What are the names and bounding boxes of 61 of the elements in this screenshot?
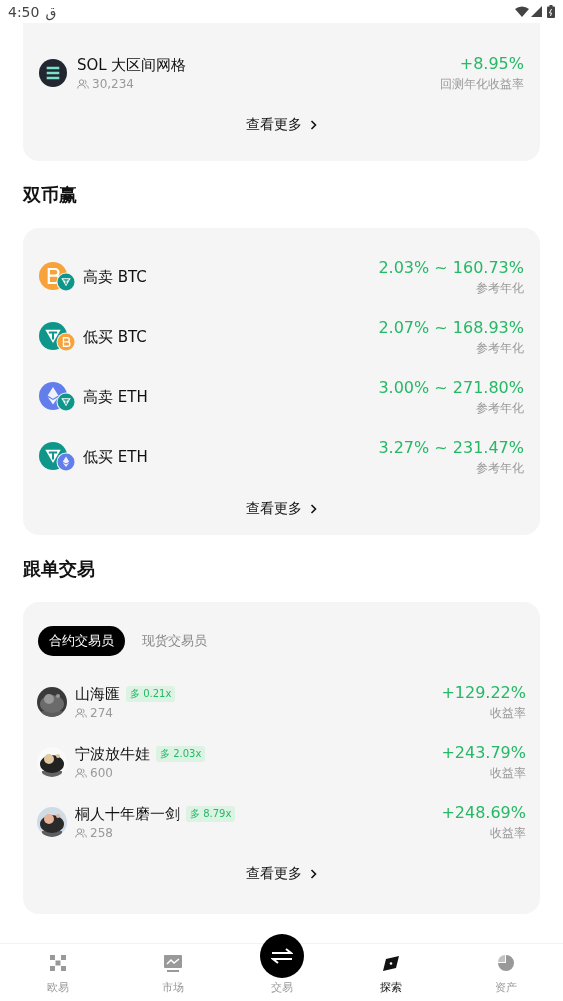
people-icon xyxy=(75,827,87,838)
see-more-link[interactable]: 查看更多 xyxy=(242,861,321,887)
yield-label: 参考年化 xyxy=(476,399,524,417)
leverage-tag: 多 2.03x xyxy=(156,746,206,762)
return-label: 收益率 xyxy=(490,704,526,722)
people-icon xyxy=(75,767,87,778)
product-name: 低买 BTC xyxy=(83,327,148,347)
follower-count: 258 xyxy=(90,825,113,840)
pie-chart-icon xyxy=(497,955,514,971)
follower-count: 600 xyxy=(90,765,113,780)
product-name: 高卖 BTC xyxy=(83,267,148,287)
wifi-icon xyxy=(515,6,529,17)
carrier-label: ق xyxy=(45,3,57,20)
people-icon xyxy=(75,707,87,718)
trader-tab[interactable]: 合约交易员 xyxy=(38,626,125,656)
trade-button[interactable] xyxy=(259,934,304,978)
coin-pair-icon xyxy=(39,322,75,352)
chevron-right-icon xyxy=(310,504,317,514)
coin-icon xyxy=(39,59,67,87)
chevron-right-icon xyxy=(310,120,317,130)
yield-range: 3.27% ~ 231.47% xyxy=(378,437,524,457)
yield-label: 参考年化 xyxy=(476,279,524,297)
yield-label: 参考年化 xyxy=(476,339,524,357)
product-name: 低买 ETH xyxy=(83,447,149,467)
return-label: 回测年化收益率 xyxy=(440,75,524,93)
return-value: +243.79% xyxy=(441,742,526,762)
trader-name: 山海匯 xyxy=(75,684,120,704)
return-value: +8.95% xyxy=(459,53,524,73)
yield-label: 参考年化 xyxy=(476,459,524,477)
nav-tab[interactable]: 探索 xyxy=(333,944,448,1001)
return-value: +129.22% xyxy=(441,682,526,702)
return-value: +248.69% xyxy=(441,802,526,822)
yield-range: 2.07% ~ 168.93% xyxy=(378,317,524,337)
yield-range: 2.03% ~ 160.73% xyxy=(378,257,524,277)
leverage-tag: 多 0.21x xyxy=(126,686,176,702)
return-label: 收益率 xyxy=(490,824,526,842)
chart-icon xyxy=(163,954,182,972)
see-more-link[interactable]: 查看更多 xyxy=(242,112,321,138)
signal-icon xyxy=(531,6,542,17)
chevron-right-icon xyxy=(310,869,317,879)
coin-pair-icon xyxy=(39,442,75,472)
leverage-tag: 多 8.79x xyxy=(186,806,236,822)
compass-icon xyxy=(382,955,399,971)
section-title: 跟单交易 xyxy=(23,556,95,581)
trader-name: 宁波放牛娃 xyxy=(75,744,150,764)
grid-icon xyxy=(49,955,66,971)
coin-pair-icon xyxy=(39,262,75,292)
clock-time: 4:50 xyxy=(8,3,40,20)
trader-name: 桐人十年磨一剑 xyxy=(75,804,180,824)
battery-icon xyxy=(547,5,555,18)
return-label: 收益率 xyxy=(490,764,526,782)
follower-count: 274 xyxy=(90,705,113,720)
follower-count: 30,234 xyxy=(92,76,134,91)
strategy-name: SOL 大区间网格 xyxy=(77,55,188,75)
section-title: 双币赢 xyxy=(23,182,77,207)
people-icon xyxy=(77,78,89,89)
see-more-link[interactable]: 查看更多 xyxy=(242,496,321,522)
coin-pair-icon xyxy=(39,382,75,412)
swap-icon xyxy=(270,948,293,964)
product-name: 高卖 ETH xyxy=(83,387,149,407)
yield-range: 3.00% ~ 271.80% xyxy=(378,377,524,397)
